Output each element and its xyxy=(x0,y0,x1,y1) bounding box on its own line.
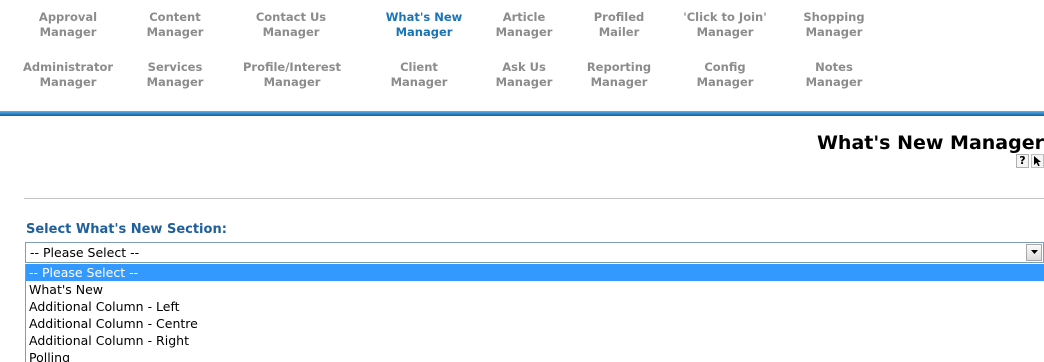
nav-item-services-manager[interactable]: Services Manager xyxy=(140,60,210,90)
nav-item-label-line1: Reporting xyxy=(586,60,652,74)
section-select-label: Select What's New Section: xyxy=(26,222,227,237)
help-icon[interactable]: ? xyxy=(1016,154,1029,168)
nav-item-config-manager[interactable]: Config Manager xyxy=(690,60,760,90)
dropdown-arrow-glyph xyxy=(1030,250,1038,254)
nav-item-label-line2: Manager xyxy=(495,75,553,89)
select-option-polling[interactable]: Polling xyxy=(26,349,1044,362)
nav-item-label-line1: Ask Us xyxy=(502,60,546,74)
nav-item-notes-manager[interactable]: Notes Manager xyxy=(799,60,869,90)
nav-item-label-line2: Manager xyxy=(696,25,754,39)
nav-item-shopping-manager[interactable]: Shopping Manager xyxy=(794,10,874,40)
select-option-additional-column-left[interactable]: Additional Column - Left xyxy=(26,298,1044,315)
nav-item-label-line2: Manager xyxy=(39,25,97,39)
nav-item-profile-interest-manager[interactable]: Profile/Interest Manager xyxy=(230,60,354,90)
chevron-down-icon[interactable] xyxy=(1026,244,1042,261)
nav-item-label-line2: Manager xyxy=(495,25,553,39)
nav-item-whats-new-manager[interactable]: What's New Manager xyxy=(379,10,469,40)
nav-item-administrator-manager[interactable]: Administrator Manager xyxy=(10,60,126,90)
nav-item-label-line1: Client xyxy=(400,60,438,74)
nav-item-client-manager[interactable]: Client Manager xyxy=(384,60,454,90)
nav-item-label-line2: Manager xyxy=(146,25,204,39)
select-option-whats-new[interactable]: What's New xyxy=(26,281,1044,298)
nav-divider-bar xyxy=(0,111,1044,116)
nav-item-label-line2: Manager xyxy=(395,25,453,39)
pointer-arrow-icon[interactable] xyxy=(1031,154,1044,168)
nav-item-label-line1: Shopping xyxy=(803,10,865,24)
nav-item-label-line1: Article xyxy=(502,10,546,24)
nav-item-profiled-mailer[interactable]: Profiled Mailer xyxy=(578,10,660,40)
nav-item-label-line2: Manager xyxy=(805,75,863,89)
nav-item-label-line1: Profiled xyxy=(593,10,645,24)
nav-item-label-line1: Approval xyxy=(38,10,98,24)
nav-item-label-line2: Manager xyxy=(262,25,320,39)
nav-item-label-line2: Manager xyxy=(805,25,863,39)
nav-item-label-line1: Config xyxy=(704,60,746,74)
pointer-arrow-glyph xyxy=(1034,156,1041,167)
nav-item-label-line1: 'Click to Join' xyxy=(683,10,767,24)
page-title: What's New Manager xyxy=(816,132,1044,154)
nav-item-label-line2: Manager xyxy=(146,75,204,89)
nav-item-label-line2: Manager xyxy=(39,75,97,89)
nav-item-label-line2: Manager xyxy=(390,75,448,89)
select-option-additional-column-centre[interactable]: Additional Column - Centre xyxy=(26,315,1044,332)
nav-item-label-line2: Manager xyxy=(590,75,648,89)
nav-item-article-manager[interactable]: Article Manager xyxy=(491,10,557,40)
select-options-list: -- Please Select -- What's New Additiona… xyxy=(25,264,1044,362)
select-option-additional-column-right[interactable]: Additional Column - Right xyxy=(26,332,1044,349)
nav-item-reporting-manager[interactable]: Reporting Manager xyxy=(578,60,660,90)
top-navigation: Approval Manager Content Manager Contact… xyxy=(0,0,1044,116)
nav-item-label-line2: Mailer xyxy=(598,25,640,39)
select-current-value: -- Please Select -- xyxy=(30,245,140,260)
nav-item-ask-us-manager[interactable]: Ask Us Manager xyxy=(491,60,557,90)
select-option-please-select[interactable]: -- Please Select -- xyxy=(26,264,1044,281)
nav-item-label-line1: Profile/Interest xyxy=(242,60,342,74)
nav-item-contact-us-manager[interactable]: Contact Us Manager xyxy=(248,10,334,40)
whats-new-section-select[interactable]: -- Please Select -- xyxy=(25,242,1044,263)
nav-item-label-line1: Content xyxy=(149,10,201,24)
nav-item-label-line1: Services xyxy=(147,60,203,74)
nav-item-label-line1: What's New xyxy=(385,10,463,24)
nav-item-label-line1: Contact Us xyxy=(255,10,327,24)
section-divider xyxy=(24,198,1044,199)
nav-item-content-manager[interactable]: Content Manager xyxy=(142,10,208,40)
nav-item-approval-manager[interactable]: Approval Manager xyxy=(34,10,102,40)
nav-item-label-line2: Manager xyxy=(696,75,754,89)
nav-item-label-line2: Manager xyxy=(263,75,321,89)
nav-item-label-line1: Notes xyxy=(815,60,853,74)
nav-item-label-line1: Administrator xyxy=(22,60,114,74)
nav-item-click-to-join-manager[interactable]: 'Click to Join' Manager xyxy=(672,10,778,40)
